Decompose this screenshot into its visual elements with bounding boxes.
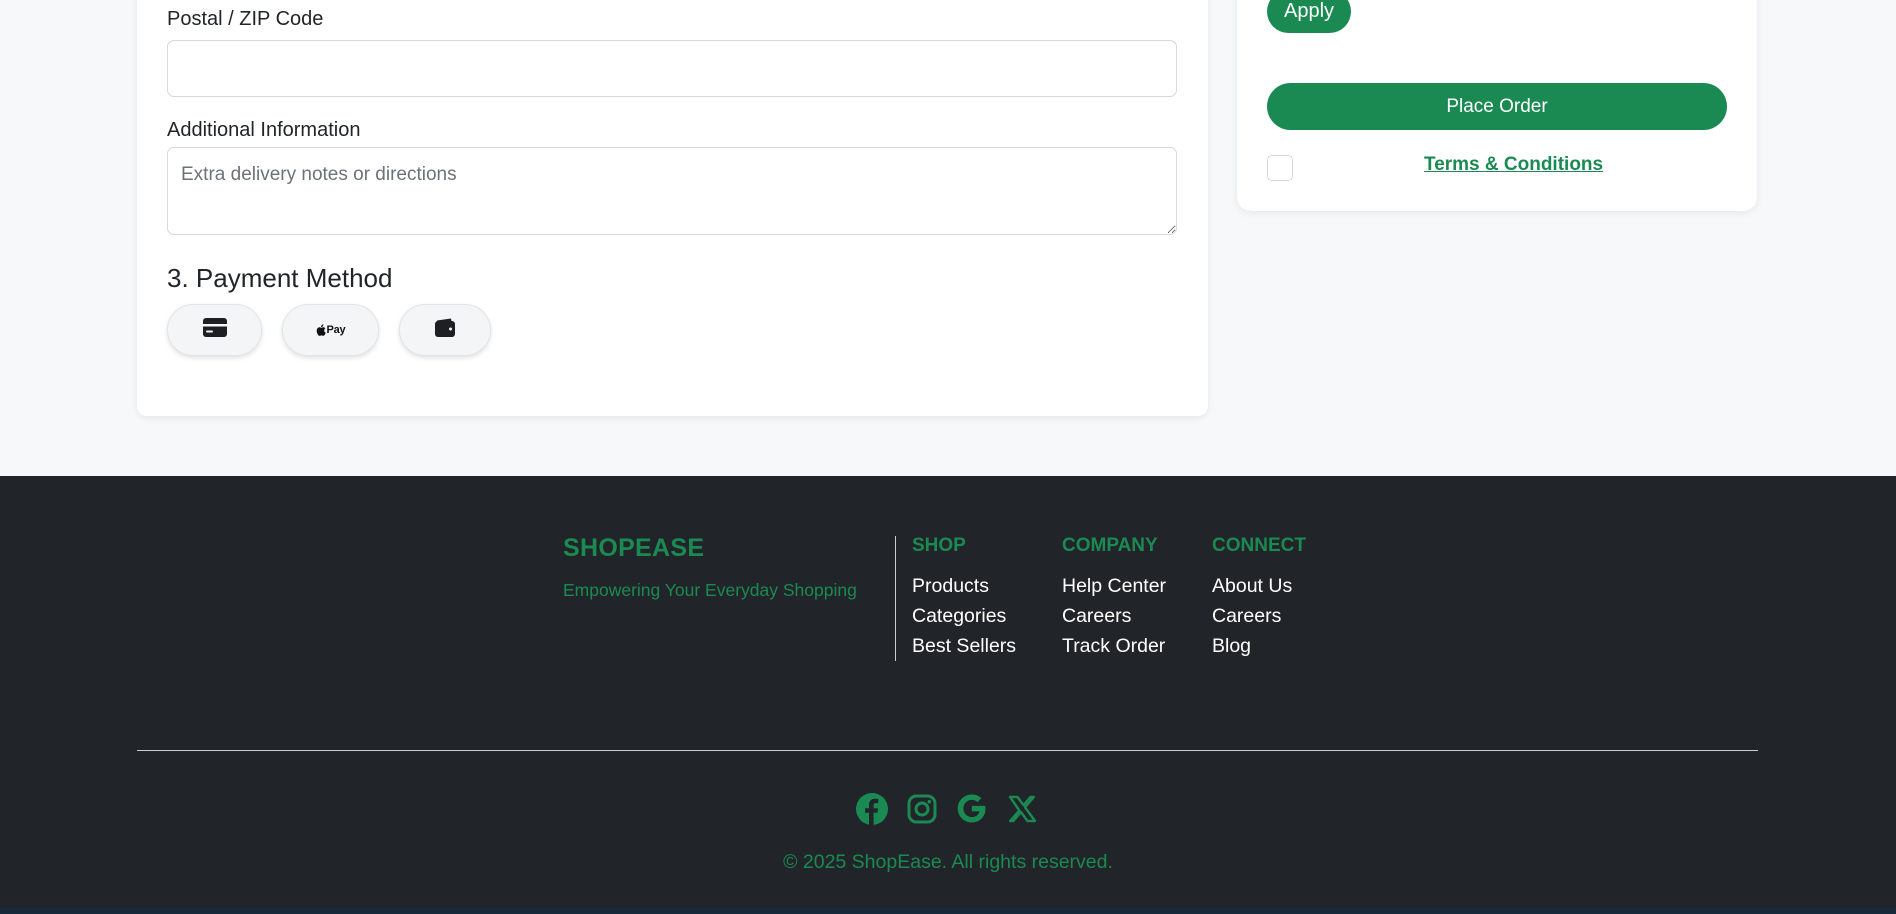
footer-link-blog[interactable]: Blog (1212, 631, 1306, 661)
order-summary-card: Apply Place Order Terms & Conditions (1237, 0, 1757, 211)
checkout-form-card: Postal / ZIP Code Additional Information… (137, 0, 1208, 416)
apple-pay-icon: Pay (316, 324, 346, 336)
footer-brand-name: SHOPEASE (563, 534, 705, 562)
terms-checkbox[interactable] (1267, 155, 1293, 181)
footer-horizontal-divider (137, 750, 1758, 751)
footer-column-heading: SHOP (912, 535, 966, 556)
credit-card-icon (202, 318, 227, 342)
footer-link-careers-connect[interactable]: Careers (1212, 601, 1306, 631)
wallet-icon (434, 318, 456, 342)
footer-link-categories[interactable]: Categories (912, 601, 1016, 631)
postal-code-label: Postal / ZIP Code (167, 8, 324, 30)
additional-info-label: Additional Information (167, 119, 361, 141)
additional-info-textarea[interactable] (167, 147, 1177, 235)
payment-card-button[interactable] (167, 304, 262, 356)
facebook-icon[interactable] (855, 792, 888, 825)
payment-wallet-button[interactable] (399, 304, 491, 356)
place-order-button[interactable]: Place Order (1267, 83, 1727, 130)
checkout-main: Postal / ZIP Code Additional Information… (0, 0, 1896, 476)
payment-apple-pay-button[interactable]: Pay (282, 304, 379, 356)
postal-code-input[interactable] (167, 40, 1177, 97)
footer-link-products[interactable]: Products (912, 571, 1016, 601)
bottom-strip (0, 908, 1896, 914)
footer-vertical-divider (895, 536, 896, 661)
google-icon[interactable] (955, 792, 988, 825)
payment-method-heading: 3. Payment Method (167, 263, 393, 293)
footer-column-connect: CONNECT About Us Careers Blog (1212, 535, 1306, 661)
footer-column-shop: SHOP Products Categories Best Sellers (912, 535, 1016, 661)
footer-link-careers[interactable]: Careers (1062, 601, 1166, 631)
footer-link-help-center[interactable]: Help Center (1062, 571, 1166, 601)
footer-column-heading: COMPANY (1062, 535, 1158, 556)
social-links (855, 792, 1038, 825)
apple-pay-label: Pay (326, 324, 346, 336)
footer-column-company: COMPANY Help Center Careers Track Order (1062, 535, 1166, 661)
footer-brand-tagline: Empowering Your Everyday Shopping (563, 580, 857, 600)
footer-link-about-us[interactable]: About Us (1212, 571, 1306, 601)
apply-coupon-button[interactable]: Apply (1267, 0, 1351, 33)
footer-column-heading: CONNECT (1212, 535, 1306, 556)
site-footer: SHOPEASE Empowering Your Everyday Shoppi… (0, 476, 1896, 914)
terms-conditions-link[interactable]: Terms & Conditions (1424, 154, 1603, 176)
footer-link-best-sellers[interactable]: Best Sellers (912, 631, 1016, 661)
instagram-icon[interactable] (905, 792, 938, 825)
footer-copyright: © 2025 ShopEase. All rights reserved. (783, 851, 1113, 873)
x-icon[interactable] (1005, 792, 1038, 825)
footer-link-track-order[interactable]: Track Order (1062, 631, 1166, 661)
